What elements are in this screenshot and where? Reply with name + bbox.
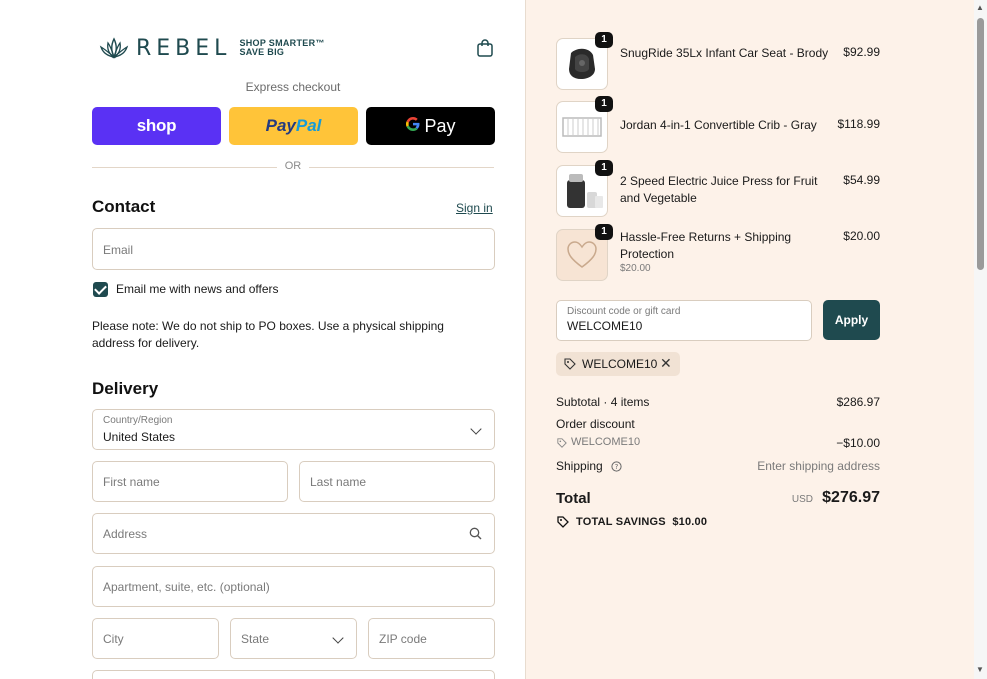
- or-label: OR: [284, 160, 302, 172]
- email-placeholder: Email: [103, 243, 134, 257]
- discount-code-value: WELCOME10: [567, 319, 643, 333]
- total-savings-label: TOTAL SAVINGS: [576, 516, 666, 528]
- item-name: Hassle-Free Returns + Shipping Protectio…: [620, 230, 792, 261]
- paypal-label-pal: Pal: [295, 116, 322, 135]
- newsletter-label: Email me with news and offers: [116, 282, 279, 296]
- last-name-placeholder: Last name: [310, 475, 367, 489]
- lotus-logo-icon: [99, 37, 129, 59]
- item-price: $92.99: [843, 45, 880, 59]
- item-quantity-badge: 1: [595, 224, 613, 240]
- total-label: Total: [556, 490, 591, 507]
- tagline-trademark: ™: [315, 38, 325, 48]
- shop-pay-label: shop: [136, 116, 177, 135]
- total-savings: TOTAL SAVINGS $10.00: [576, 516, 707, 528]
- contact-heading: Contact: [92, 197, 156, 216]
- remove-discount-icon[interactable]: ✕: [660, 355, 672, 372]
- city-field[interactable]: City: [92, 618, 219, 659]
- search-icon: [469, 527, 482, 540]
- country-label: Country/Region: [103, 415, 173, 426]
- email-field[interactable]: Email: [92, 228, 495, 270]
- item-name: Jordan 4-in-1 Convertible Crib - Gray: [620, 118, 817, 132]
- total-savings-value: $10.00: [672, 516, 708, 528]
- subtotal-value: $286.97: [836, 395, 880, 409]
- address-placeholder: Address: [103, 527, 148, 541]
- discount-code-label: Discount code or gift card: [567, 306, 681, 317]
- apartment-placeholder: Apartment, suite, etc. (optional): [103, 580, 270, 594]
- chevron-down-icon: [332, 632, 344, 644]
- item-price: $54.99: [843, 173, 880, 187]
- scrollbar[interactable]: ▲ ▼: [974, 0, 987, 679]
- tag-icon: [564, 358, 576, 370]
- order-discount-value: −$10.00: [836, 436, 880, 450]
- item-price: $118.99: [837, 117, 881, 131]
- applied-discount-code: WELCOME10: [582, 357, 658, 371]
- total-value: $276.97: [822, 489, 880, 506]
- checkout-main-panel: REBEL SHOP SMARTER™ SAVE BIG Express che…: [0, 0, 525, 679]
- express-checkout-label: Express checkout: [245, 80, 341, 94]
- item-quantity-badge: 1: [595, 160, 613, 176]
- scrollbar-thumb[interactable]: [977, 18, 984, 270]
- google-g-icon: [405, 116, 421, 137]
- state-select[interactable]: State: [230, 618, 357, 659]
- paypal-label-pay: Pay: [265, 116, 296, 135]
- country-value: United States: [103, 430, 176, 444]
- zip-field[interactable]: ZIP code: [368, 618, 495, 659]
- state-placeholder: State: [241, 632, 270, 646]
- item-name: 2 Speed Electric Juice Press for Fruit a…: [620, 174, 818, 205]
- applied-discount-chip: WELCOME10 ✕: [556, 352, 680, 376]
- or-separator: OR: [92, 160, 494, 174]
- apartment-field[interactable]: Apartment, suite, etc. (optional): [92, 566, 495, 607]
- brand-tagline: SHOP SMARTER™ SAVE BIG: [239, 39, 324, 57]
- zip-placeholder: ZIP code: [379, 632, 427, 646]
- delivery-heading: Delivery: [92, 379, 159, 398]
- discount-code-field[interactable]: Discount code or gift card WELCOME10: [556, 300, 812, 341]
- item-name: SnugRide 35Lx Infant Car Seat - Brody: [620, 46, 829, 60]
- subtotal-label: Subtotal · 4 items: [556, 395, 650, 409]
- shipping-note: Please note: We do not ship to PO boxes.…: [92, 319, 444, 350]
- last-name-field[interactable]: Last name: [299, 461, 495, 502]
- first-name-placeholder: First name: [103, 475, 160, 489]
- item-quantity-badge: 1: [595, 96, 613, 112]
- help-icon[interactable]: ?: [611, 461, 622, 472]
- rebel-logo[interactable]: REBEL SHOP SMARTER™ SAVE BIG: [98, 35, 325, 61]
- order-discount-label: Order discount: [556, 417, 635, 431]
- shipping-value: Enter shipping address: [757, 459, 880, 473]
- country-select[interactable]: Country/Region United States: [92, 409, 495, 450]
- apply-button[interactable]: Apply: [823, 300, 880, 340]
- paypal-button[interactable]: Pay Pal: [229, 107, 358, 145]
- svg-text:?: ?: [615, 463, 619, 471]
- tag-icon: [557, 438, 567, 448]
- item-sub-price: $20.00: [620, 263, 651, 274]
- shop-pay-button[interactable]: shop: [92, 107, 221, 145]
- brand-wordmark: REBEL: [136, 35, 232, 61]
- shopping-bag-icon[interactable]: [476, 38, 494, 58]
- google-pay-label: Pay: [424, 115, 456, 136]
- shipping-label: Shipping: [556, 459, 603, 473]
- city-placeholder: City: [103, 632, 124, 646]
- scroll-down-arrow-icon[interactable]: ▼: [976, 665, 984, 674]
- item-price: $20.00: [843, 229, 880, 243]
- currency-code: USD: [791, 494, 813, 505]
- chevron-down-icon: [470, 423, 482, 435]
- google-pay-button[interactable]: Pay: [366, 107, 495, 145]
- order-discount-code: WELCOME10: [571, 436, 641, 448]
- newsletter-checkbox[interactable]: [93, 282, 108, 297]
- sign-in-link[interactable]: Sign in: [456, 201, 493, 215]
- first-name-field[interactable]: First name: [92, 461, 288, 502]
- tagline-line-2: SAVE BIG: [239, 47, 285, 57]
- savings-tag-icon: [557, 516, 569, 528]
- phone-field[interactable]: [92, 670, 495, 679]
- address-field[interactable]: Address: [92, 513, 495, 554]
- scroll-up-arrow-icon[interactable]: ▲: [976, 3, 984, 12]
- item-quantity-badge: 1: [595, 32, 613, 48]
